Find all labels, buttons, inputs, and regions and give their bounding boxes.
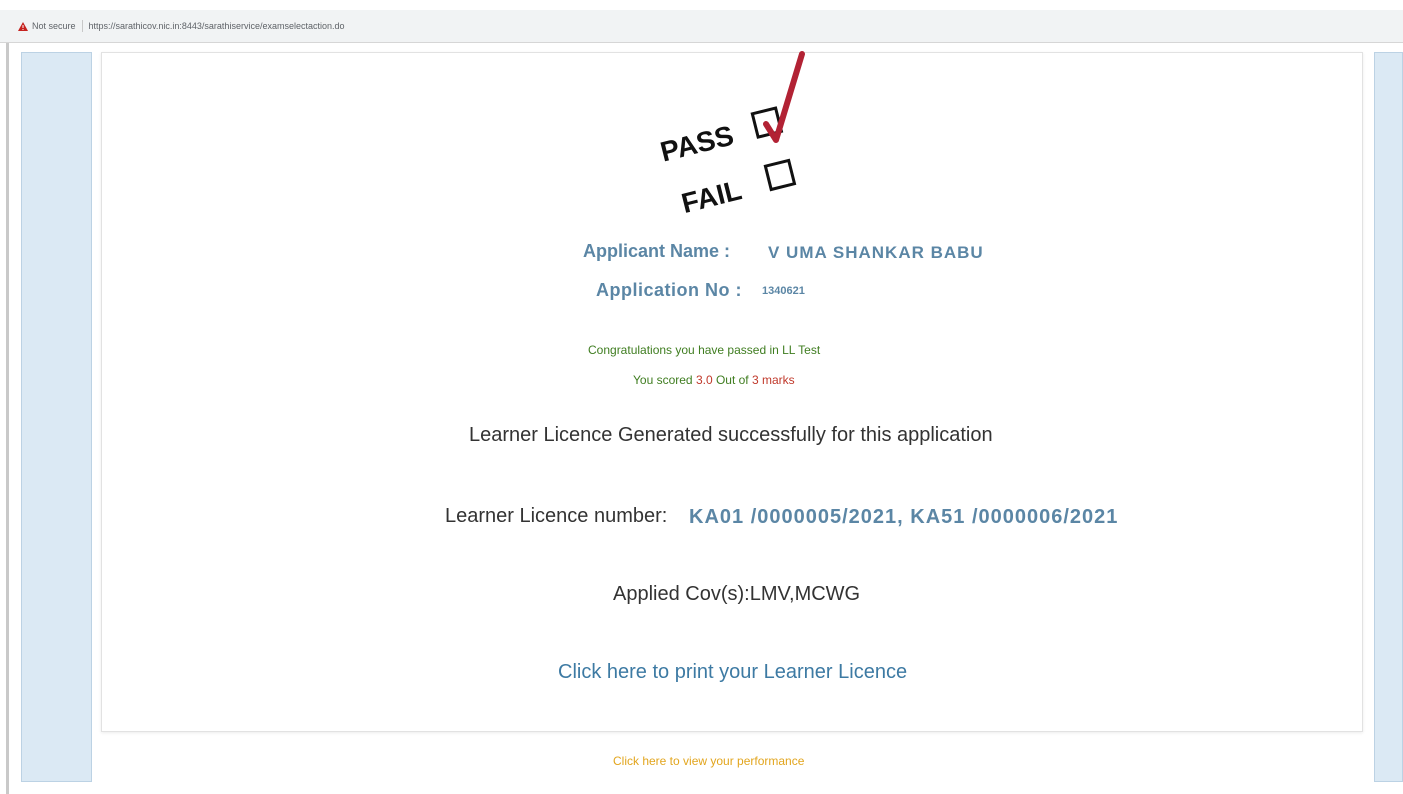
url-text[interactable]: https://sarathicov.nic.in:8443/sarathise… (89, 21, 345, 31)
view-performance-link[interactable]: Click here to view your performance (613, 754, 804, 768)
applicant-name-value: V UMA SHANKAR BABU (768, 243, 984, 262)
score-total: 3 marks (751, 373, 795, 387)
window-top (0, 0, 1403, 10)
address-bar[interactable]: Not secure https://sarathicov.nic.in:844… (0, 10, 1403, 43)
address-divider (81, 20, 83, 32)
fail-checkbox (763, 158, 797, 192)
window-left-edge (6, 43, 9, 794)
right-side-panel (1374, 52, 1403, 782)
score-prefix: You scored (633, 373, 696, 387)
pass-label: PASS (657, 120, 736, 168)
licence-number-label: Learner Licence number: (445, 505, 668, 527)
congrats-message: Congratulations you have passed in LL Te… (588, 343, 821, 357)
left-side-panel (21, 52, 92, 782)
score-value: 3.0 (695, 373, 713, 387)
application-no-value: 1340621 (762, 285, 805, 297)
application-no-label: Application No : (596, 280, 742, 300)
print-licence-link[interactable]: Click here to print your Learner Licence (558, 661, 907, 684)
security-text: Not secure (32, 21, 76, 31)
pass-checkmark-icon (763, 51, 805, 143)
pass-fail-graphic: PASS FAIL (657, 51, 805, 215)
licence-generated-message: Learner Licence Generated successfully f… (469, 424, 993, 446)
score-message: You scored 3.0 Out of 3 marks (633, 373, 795, 387)
applicant-name-label: Applicant Name : (583, 241, 731, 261)
score-mid: Out of (712, 373, 752, 387)
warning-icon (18, 21, 28, 31)
security-indicator[interactable]: Not secure (18, 21, 76, 31)
fail-label: FAIL (678, 174, 744, 215)
licence-number-value: KA01 /0000005/2021, KA51 /0000006/2021 (689, 506, 1119, 528)
applied-cov: Applied Cov(s):LMV,MCWG (613, 583, 861, 605)
